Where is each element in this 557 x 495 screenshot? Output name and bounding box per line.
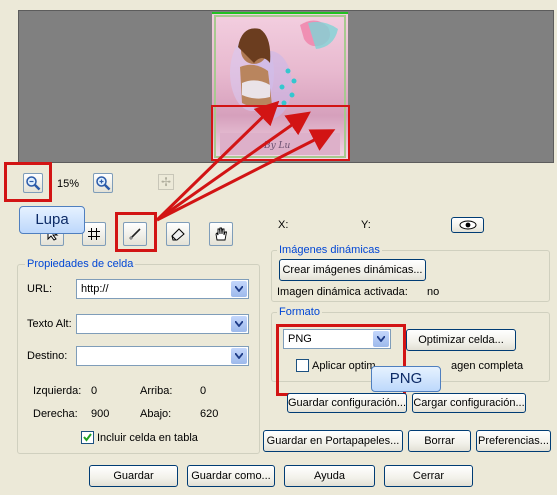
- hand-icon: [215, 227, 228, 241]
- zoom-in-button[interactable]: [93, 173, 113, 193]
- zoom-highlight-box: [4, 162, 52, 202]
- lupa-callout: Lupa: [19, 206, 85, 234]
- top-value: 0: [200, 385, 207, 397]
- fit-view-icon[interactable]: ✢: [158, 174, 174, 190]
- delete-button[interactable]: Borrar: [408, 430, 471, 452]
- dynamic-images-legend: Imágenes dinámicas: [277, 244, 382, 256]
- save-button[interactable]: Guardar: [89, 465, 178, 487]
- preview-pane[interactable]: By Lu: [18, 10, 554, 163]
- zoom-level: 15%: [57, 178, 80, 190]
- magnifier-plus-icon: [96, 176, 111, 191]
- url-combo[interactable]: http://: [76, 279, 249, 299]
- url-label: URL:: [27, 283, 53, 295]
- chevron-down-icon[interactable]: [231, 348, 247, 364]
- save-config-button[interactable]: Guardar configuración...: [287, 393, 407, 413]
- eraser-icon: [171, 228, 185, 241]
- pan-tool-button[interactable]: [209, 222, 233, 246]
- optimize-cell-button[interactable]: Optimizar celda...: [406, 329, 516, 351]
- help-button[interactable]: Ayuda: [284, 465, 375, 487]
- slice-grid-tool-button[interactable]: [82, 222, 106, 246]
- png-callout: PNG: [371, 366, 441, 392]
- apply-optimization-label-right: agen completa: [451, 360, 524, 372]
- y-coord-label: Y:: [361, 219, 371, 231]
- right-value: 900: [91, 408, 110, 420]
- bottom-value: 620: [200, 408, 219, 420]
- left-label: Izquierda:: [33, 385, 82, 397]
- checkmark-icon: [83, 433, 92, 442]
- close-button[interactable]: Cerrar: [384, 465, 473, 487]
- chevron-down-icon[interactable]: [231, 281, 247, 297]
- chevron-down-icon[interactable]: [231, 316, 247, 332]
- left-value: 0: [91, 385, 98, 397]
- include-cell-checkbox[interactable]: [81, 431, 94, 444]
- create-dynamic-images-button[interactable]: Crear imágenes dinámicas...: [279, 259, 426, 281]
- target-label: Destino:: [27, 350, 68, 362]
- preferences-button[interactable]: Preferencias...: [476, 430, 551, 452]
- alt-text-combo[interactable]: [76, 314, 249, 334]
- cell-properties-legend: Propiedades de celda: [25, 258, 136, 270]
- url-value: http://: [81, 283, 109, 295]
- eraser-tool-button[interactable]: [166, 222, 190, 246]
- bottom-label: Abajo:: [140, 408, 172, 420]
- format-legend: Formato: [277, 306, 322, 318]
- target-combo[interactable]: [76, 346, 249, 366]
- preview-toggle-button[interactable]: [451, 217, 484, 233]
- include-cell-label: Incluir celda en tabla: [97, 432, 198, 444]
- alt-text-label: Texto Alt:: [27, 318, 72, 330]
- knife-highlight-box: [115, 212, 157, 252]
- save-to-clipboard-button[interactable]: Guardar en Portapapeles...: [263, 430, 403, 452]
- dynamic-activated-label: Imagen dinámica activada:: [277, 286, 408, 298]
- selected-slice-outline[interactable]: [211, 105, 350, 161]
- grid-icon: [88, 228, 100, 240]
- top-label: Arriba:: [140, 385, 173, 397]
- x-coord-label: X:: [278, 219, 289, 231]
- right-label: Derecha:: [33, 408, 78, 420]
- save-as-button[interactable]: Guardar como...: [187, 465, 275, 487]
- eye-icon: [459, 220, 476, 230]
- slice-guide-top: [212, 12, 348, 14]
- dynamic-activated-value: no: [427, 286, 440, 298]
- load-config-button[interactable]: Cargar configuración...: [412, 393, 526, 413]
